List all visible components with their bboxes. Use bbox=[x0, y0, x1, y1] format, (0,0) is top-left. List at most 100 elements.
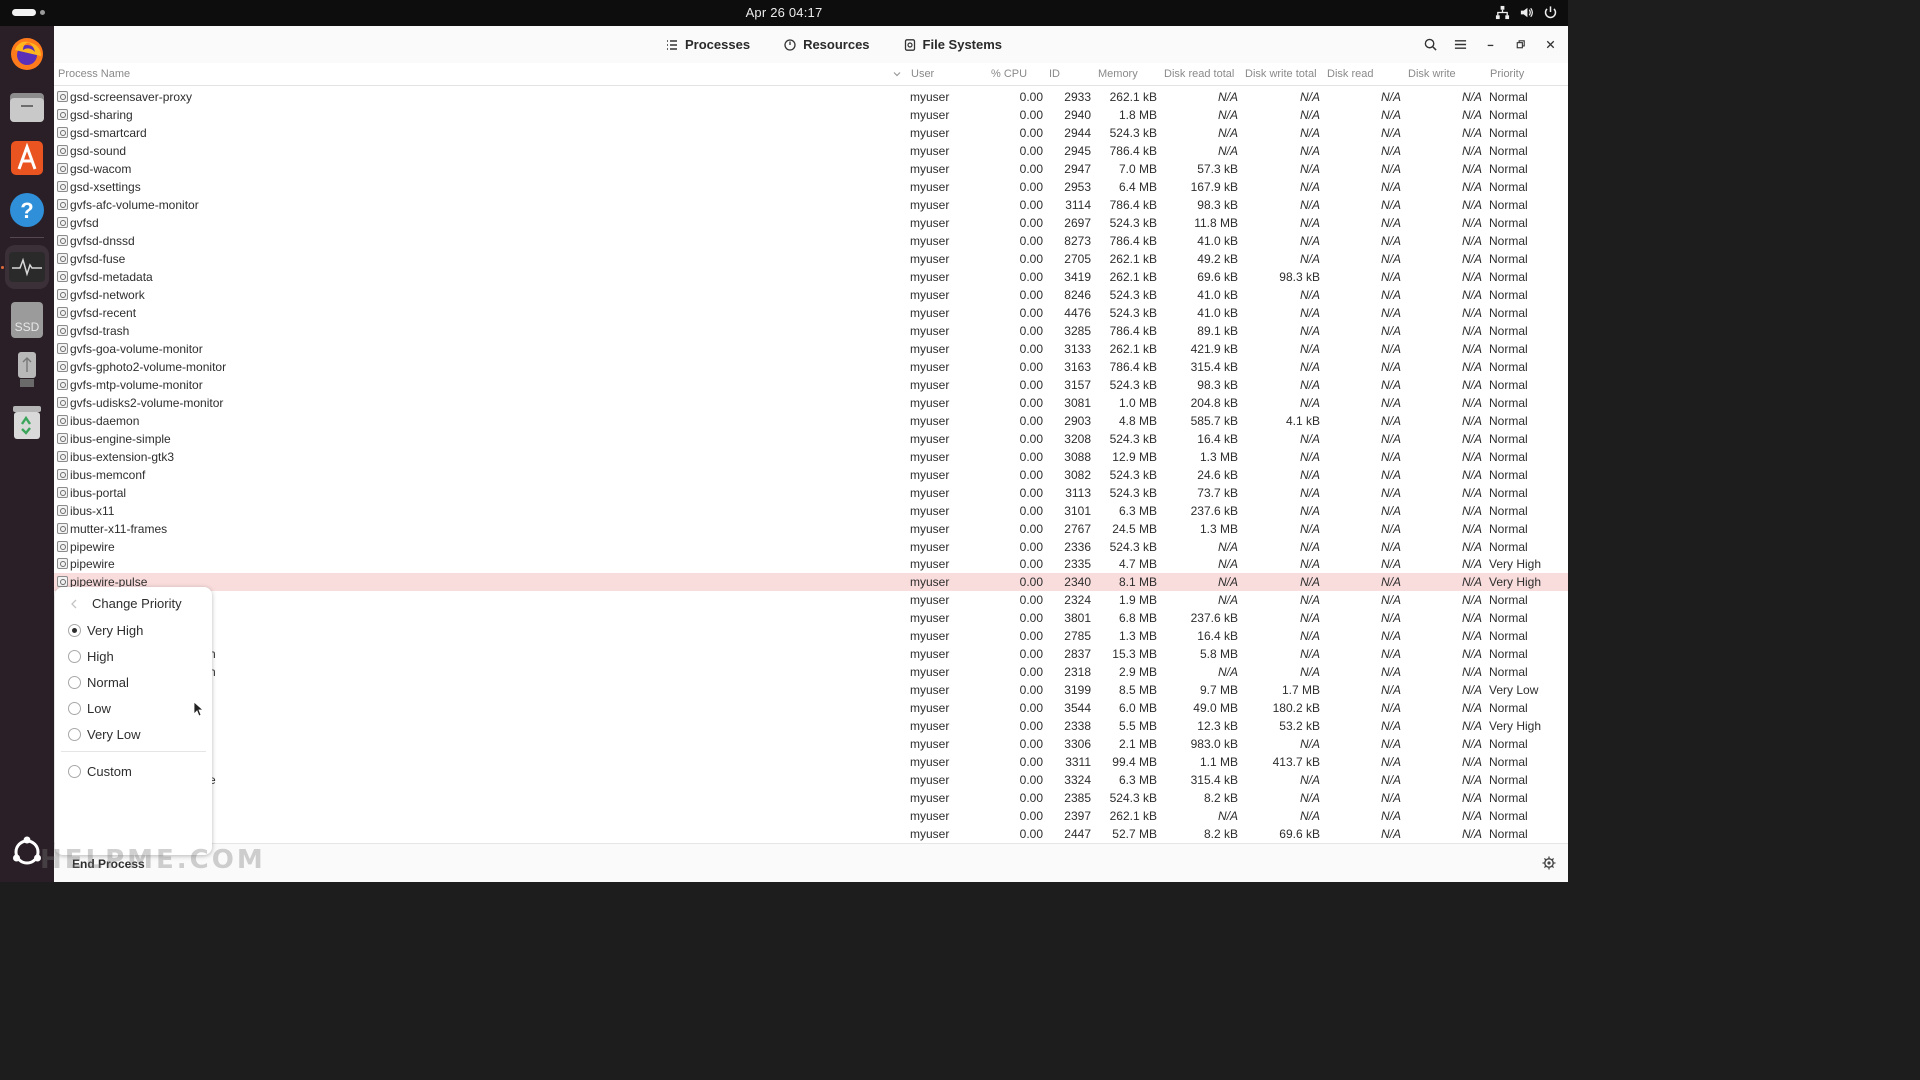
col-user[interactable]: User bbox=[911, 68, 934, 80]
table-row[interactable]: gsd-smartcard myuser 0.00 2944 524.3 kB N/A N/… bbox=[54, 124, 1568, 142]
col-disk-write[interactable]: Disk write bbox=[1408, 68, 1456, 80]
priority-option-high[interactable]: High bbox=[68, 649, 114, 664]
table-row[interactable]: ibus-memconf myuser 0.00 3082 524.3 kB 24.6 k… bbox=[54, 466, 1568, 484]
priority-option-normal[interactable]: Normal bbox=[68, 675, 129, 690]
table-row[interactable]: myuser 0.00 3544 6.0 MB 49.0 MB 180.2 kB N/A N/… bbox=[54, 699, 1568, 717]
system-monitor-icon[interactable] bbox=[5, 245, 49, 289]
chevron-left-icon[interactable] bbox=[70, 599, 78, 609]
table-row[interactable]: myuser 0.00 3801 6.8 MB 237.6 kB N/A N/A N/A Nor… bbox=[54, 609, 1568, 627]
table-row[interactable]: gvfs-udisks2-volume-monitor myuser 0.00 308… bbox=[54, 394, 1568, 412]
ssd-drive-icon[interactable]: SSD bbox=[5, 298, 49, 342]
table-row[interactable]: gvfs-gphoto2-volume-monitor myuser 0.00 316… bbox=[54, 358, 1568, 376]
cell-dr: N/A bbox=[1380, 341, 1401, 356]
table-row[interactable]: n myuser 0.00 2837 15.3 MB 5.8 MB N/A N/A N/A Nor… bbox=[54, 645, 1568, 663]
table-row[interactable]: gvfsd-metadata myuser 0.00 3419 262.1 kB 69.6… bbox=[54, 268, 1568, 286]
table-row[interactable]: gvfs-mtp-volume-monitor myuser 0.00 3157 524… bbox=[54, 376, 1568, 394]
col-process-name[interactable]: Process Name bbox=[58, 68, 130, 80]
table-row[interactable]: myuser 0.00 3306 2.1 MB 983.0 kB N/A N/A N/A Nor… bbox=[54, 735, 1568, 753]
table-row[interactable]: myuser 0.00 3311 99.4 MB 1.1 MB 413.7 kB N/A N/… bbox=[54, 753, 1568, 771]
cell-drt: 237.6 kB bbox=[1190, 611, 1238, 626]
cell-dr: N/A bbox=[1380, 90, 1401, 104]
files-icon[interactable] bbox=[5, 84, 49, 128]
usb-drive-icon[interactable] bbox=[5, 348, 49, 392]
table-row[interactable]: ibus-portal myuser 0.00 3113 524.3 kB 73.7 kB… bbox=[54, 484, 1568, 502]
col-priority[interactable]: Priority bbox=[1490, 68, 1524, 80]
col-disk-read-total[interactable]: Disk read total bbox=[1164, 68, 1234, 80]
radio-button[interactable] bbox=[68, 650, 81, 663]
minimize-button[interactable] bbox=[1482, 35, 1498, 53]
table-row[interactable]: e myuser 0.00 3324 6.3 MB 315.4 kB N/A N/A N/A No… bbox=[54, 771, 1568, 789]
col-disk-write-total[interactable]: Disk write total bbox=[1245, 68, 1317, 80]
gear-icon[interactable] bbox=[1542, 856, 1556, 870]
cell-mem: 524.3 kB bbox=[1109, 791, 1157, 806]
tab-file-systems[interactable]: File Systems bbox=[904, 37, 1002, 52]
table-row[interactable]: ibus-extension-gtk3 myuser 0.00 3088 12.9 MB… bbox=[54, 448, 1568, 466]
table-row[interactable]: n myuser 0.00 2318 2.9 MB N/A N/A N/A N/A Normal bbox=[54, 663, 1568, 681]
table-row[interactable]: gsd-sharing myuser 0.00 2940 1.8 MB N/A N/A N/A… bbox=[54, 106, 1568, 124]
cell-dw: N/A bbox=[1461, 557, 1482, 572]
cell-cpu: 0.00 bbox=[1019, 773, 1043, 788]
table-row[interactable]: gvfsd-trash myuser 0.00 3285 786.4 kB 89.1 kB… bbox=[54, 322, 1568, 340]
col-memory[interactable]: Memory bbox=[1098, 68, 1138, 80]
priority-option-custom[interactable]: Custom bbox=[68, 764, 132, 779]
trash-icon[interactable] bbox=[5, 400, 49, 444]
firefox-icon[interactable] bbox=[5, 32, 49, 76]
radio-button[interactable] bbox=[68, 624, 81, 637]
table-row[interactable]: ibus-x11 myuser 0.00 3101 6.3 MB 237.6 kB N/A N… bbox=[54, 502, 1568, 520]
system-tray[interactable] bbox=[1495, 5, 1558, 20]
table-row[interactable]: myuser 0.00 3199 8.5 MB 9.7 MB 1.7 MB N/A N/A Ve… bbox=[54, 681, 1568, 699]
app-center-icon[interactable] bbox=[5, 136, 49, 180]
table-row[interactable]: ibus-daemon myuser 0.00 2903 4.8 MB 585.7 kB 4… bbox=[54, 412, 1568, 430]
tab-resources[interactable]: Resources bbox=[784, 37, 870, 52]
col-id[interactable]: ID bbox=[1049, 68, 1060, 80]
table-row[interactable]: gsd-wacom myuser 0.00 2947 7.0 MB 57.3 kB N/A N… bbox=[54, 160, 1568, 178]
radio-button[interactable] bbox=[68, 728, 81, 741]
col-disk-read[interactable]: Disk read bbox=[1327, 68, 1373, 80]
table-row[interactable]: gsd-xsettings myuser 0.00 2953 6.4 MB 167.9 k… bbox=[54, 178, 1568, 196]
table-row[interactable]: gvfs-goa-volume-monitor myuser 0.00 3133 262… bbox=[54, 340, 1568, 358]
chevron-down-icon[interactable] bbox=[892, 69, 902, 79]
process-name: gvfs-mtp-volume-monitor bbox=[70, 377, 203, 392]
tab-processes[interactable]: Processes bbox=[666, 37, 750, 52]
search-button[interactable] bbox=[1422, 35, 1438, 53]
table-row[interactable]: mutter-x11-frames myuser 0.00 2767 24.5 MB 1.… bbox=[54, 520, 1568, 538]
col-cpu[interactable]: % CPU bbox=[991, 68, 1027, 80]
table-row[interactable]: gvfsd-fuse myuser 0.00 2705 262.1 kB 49.2 kB N… bbox=[54, 250, 1568, 268]
cell-drt: 1.3 MB bbox=[1199, 449, 1238, 464]
cell-pri: Normal bbox=[1489, 233, 1528, 248]
table-row[interactable]: pipewire myuser 0.00 2335 4.7 MB N/A N/A N/A N/A… bbox=[54, 555, 1568, 573]
table-row[interactable]: pipewire-pulse myuser 0.00 2340 8.1 MB N/A N/A… bbox=[54, 573, 1568, 592]
priority-option-low[interactable]: Low bbox=[68, 701, 111, 716]
process-name: gvfsd-metadata bbox=[70, 269, 153, 284]
table-row[interactable]: myuser 0.00 2397 262.1 kB N/A N/A N/A N/A Normal bbox=[54, 807, 1568, 825]
table-row[interactable]: ibus-engine-simple myuser 0.00 3208 524.3 kB… bbox=[54, 430, 1568, 448]
table-row[interactable]: gvfsd-network myuser 0.00 8246 524.3 kB 41.0 … bbox=[54, 286, 1568, 304]
clock[interactable]: Apr 26 04:17 bbox=[0, 5, 1568, 20]
close-button[interactable] bbox=[1542, 35, 1558, 53]
table-row[interactable]: gvfs-afc-volume-monitor myuser 0.00 3114 786… bbox=[54, 196, 1568, 214]
maximize-button[interactable] bbox=[1512, 35, 1528, 53]
table-row[interactable]: myuser 0.00 2324 1.9 MB N/A N/A N/A N/A Normal bbox=[54, 591, 1568, 609]
priority-option-very-low[interactable]: Very Low bbox=[68, 727, 140, 742]
cell-dr: N/A bbox=[1380, 629, 1401, 644]
table-row[interactable]: gvfsd-recent myuser 0.00 4476 524.3 kB 41.0 k… bbox=[54, 304, 1568, 322]
cell-pri: Normal bbox=[1489, 701, 1528, 716]
table-row[interactable]: myuser 0.00 2385 524.3 kB 8.2 kB N/A N/A N/A Nor… bbox=[54, 789, 1568, 807]
priority-option-very-high[interactable]: Very High bbox=[68, 623, 143, 638]
cell-dr: N/A bbox=[1380, 503, 1401, 518]
radio-button[interactable] bbox=[68, 702, 81, 715]
table-row[interactable]: gvfsd-dnssd myuser 0.00 8273 786.4 kB 41.0 kB… bbox=[54, 232, 1568, 250]
radio-button[interactable] bbox=[68, 765, 81, 778]
main-menu-button[interactable] bbox=[1452, 35, 1468, 53]
process-name: ibus-extension-gtk3 bbox=[70, 449, 175, 464]
table-row[interactable]: myuser 0.00 2338 5.5 MB 12.3 kB 53.2 kB N/A N/A… bbox=[54, 717, 1568, 735]
table-row[interactable]: myuser 0.00 2785 1.3 MB 16.4 kB N/A N/A N/A Norm… bbox=[54, 627, 1568, 645]
table-row[interactable]: gsd-screensaver-proxy myuser 0.00 2933 262.1… bbox=[54, 88, 1568, 106]
help-icon[interactable]: ? bbox=[5, 188, 49, 232]
table-row[interactable]: myuser 0.00 2447 52.7 MB 8.2 kB 69.6 kB N/A N/A… bbox=[54, 825, 1568, 843]
radio-button[interactable] bbox=[68, 676, 81, 689]
table-row[interactable]: gsd-sound myuser 0.00 2945 786.4 kB N/A N/A N/A… bbox=[54, 142, 1568, 160]
process-name: gvfs-afc-volume-monitor bbox=[70, 197, 199, 212]
table-row[interactable]: pipewire myuser 0.00 2336 524.3 kB N/A N/A N/A N… bbox=[54, 538, 1568, 556]
table-row[interactable]: gvfsd myuser 0.00 2697 524.3 kB 11.8 MB N/A N/A… bbox=[54, 214, 1568, 232]
